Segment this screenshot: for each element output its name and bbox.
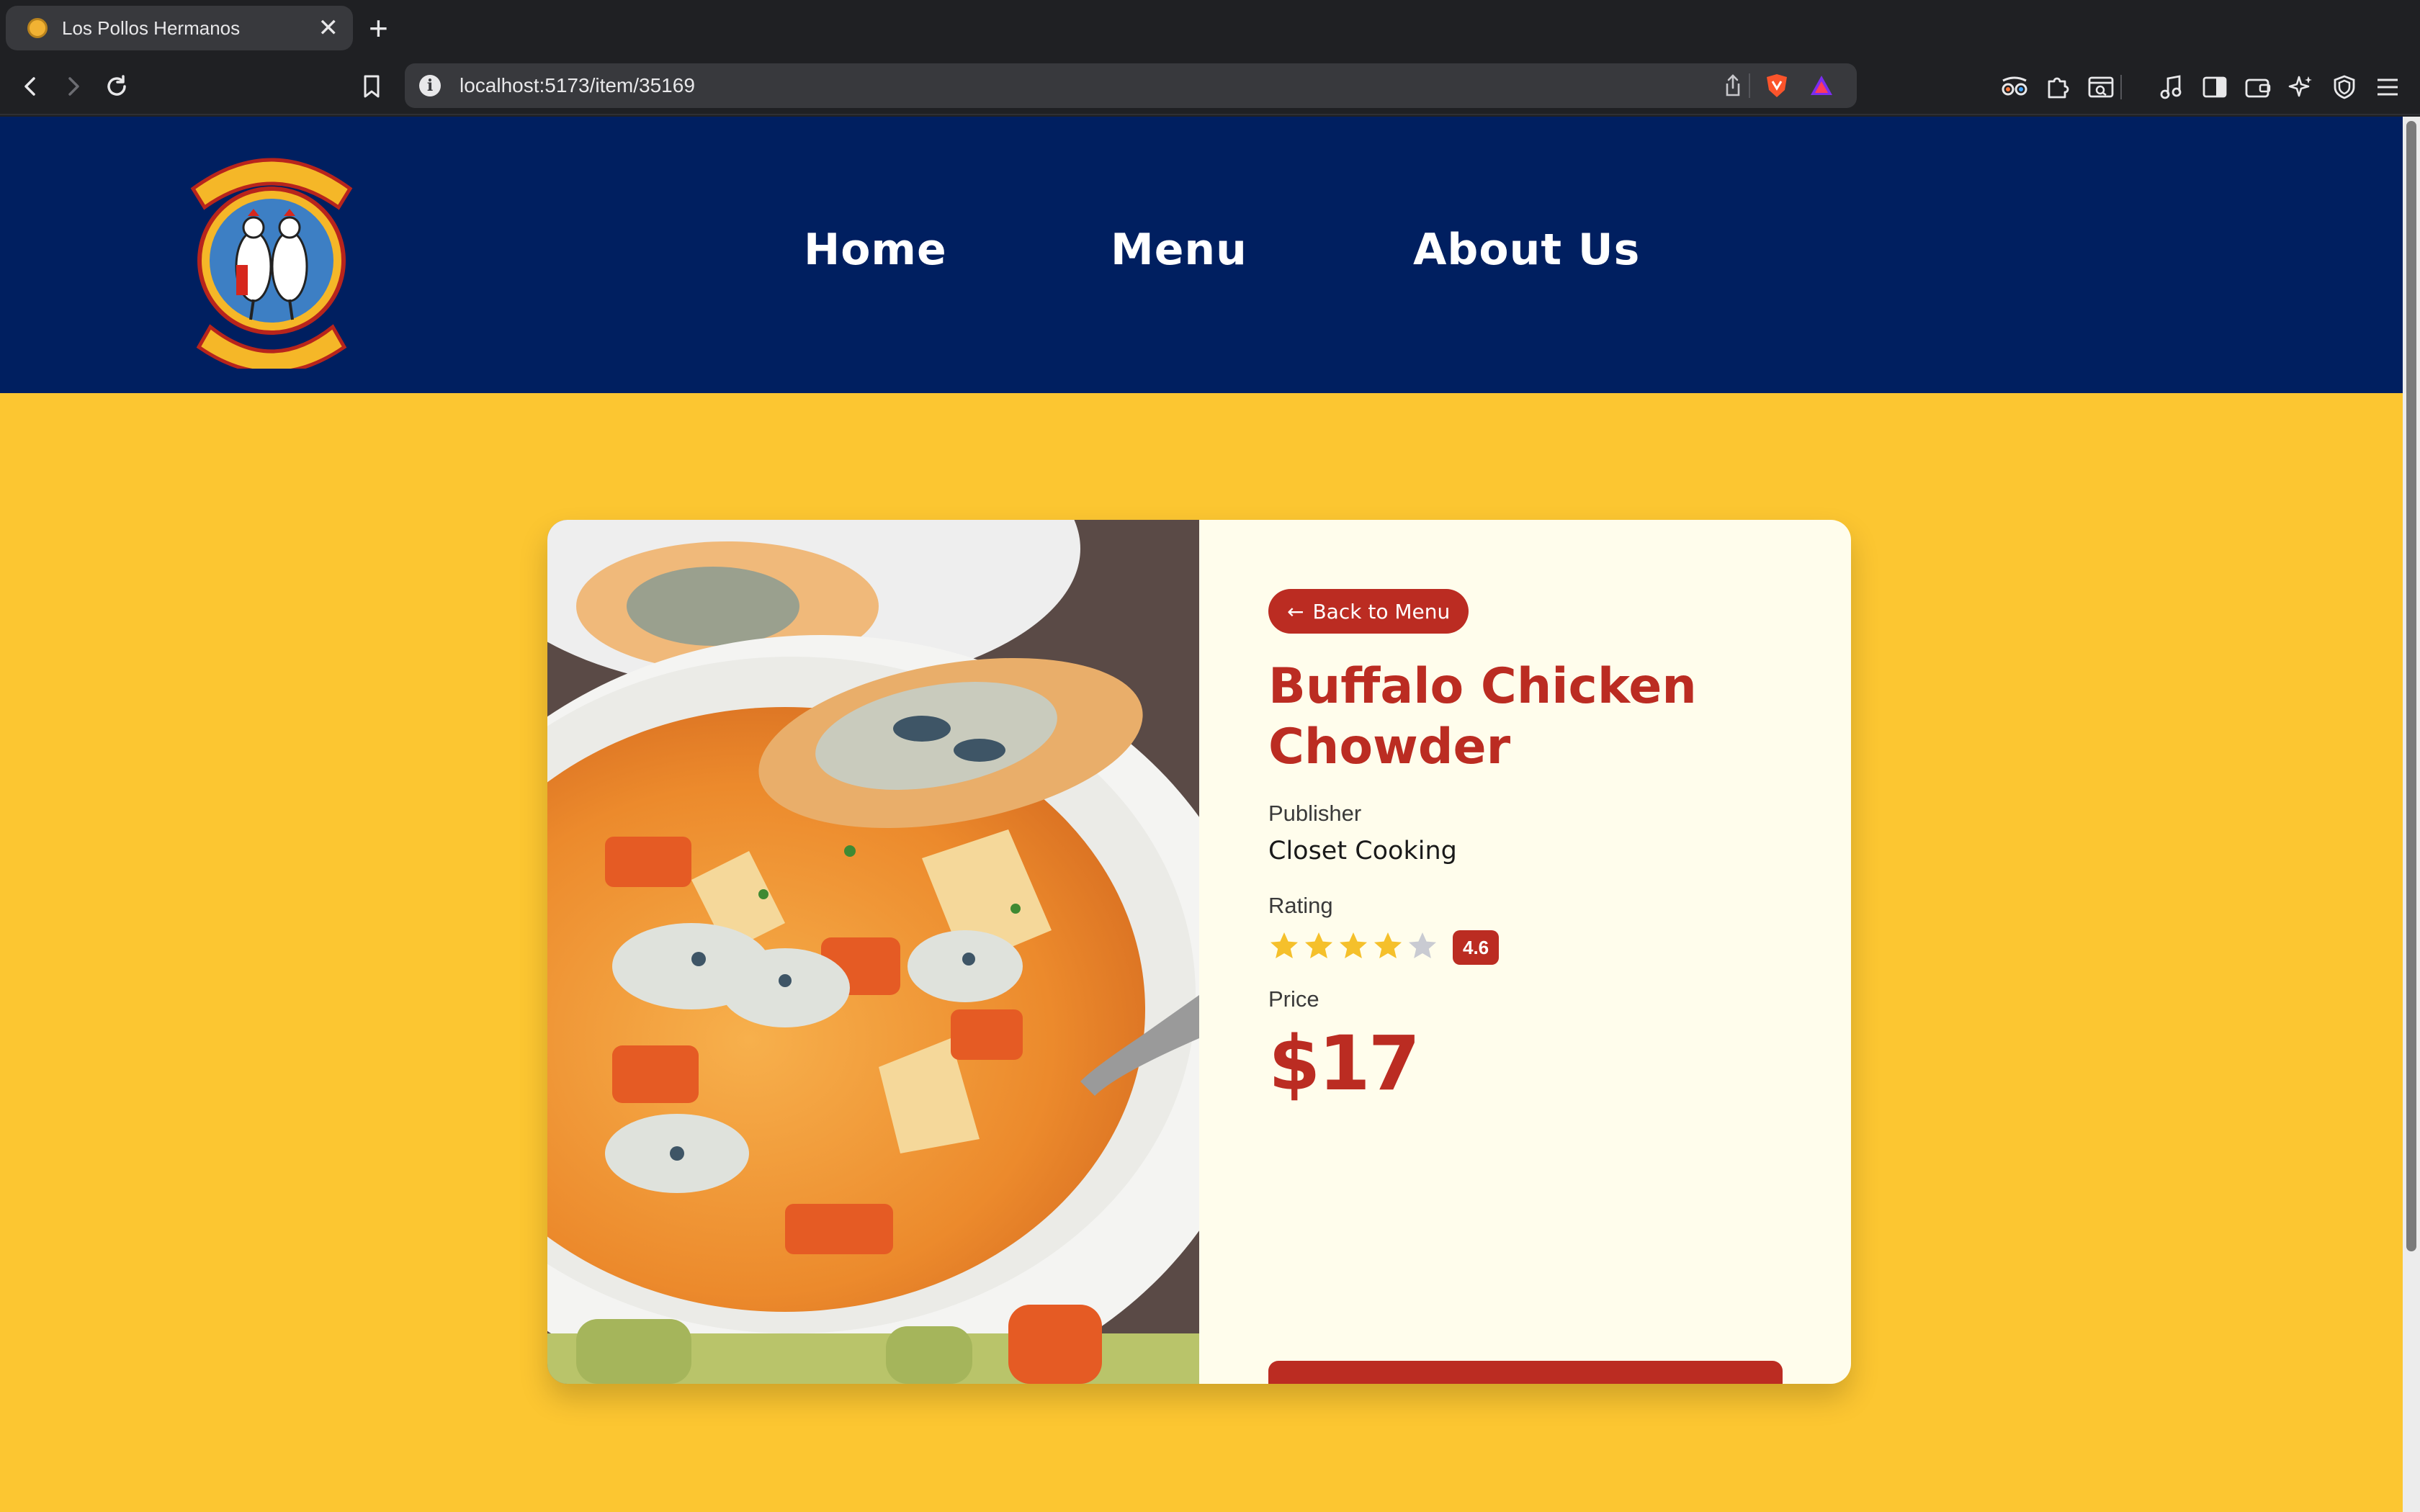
- nav-menu[interactable]: Menu: [1111, 225, 1247, 275]
- los-pollos-hermanos-logo[interactable]: [179, 138, 364, 369]
- address-bar[interactable]: i localhost:5173/item/35169: [405, 63, 1857, 108]
- brave-rewards-icon[interactable]: [1809, 73, 1834, 98]
- brave-shields-icon[interactable]: [1765, 73, 1789, 98]
- price-value: $17: [1268, 1020, 1420, 1107]
- tab-title: Los Pollos Hermanos: [62, 17, 241, 39]
- nav-about-us[interactable]: About Us: [1413, 225, 1640, 275]
- url-text[interactable]: localhost:5173/item/35169: [460, 74, 695, 97]
- star-empty-icon: [1409, 932, 1436, 958]
- bookmark-icon[interactable]: [354, 69, 389, 104]
- item-details: ← Back to Menu Buffalo Chicken Chowder P…: [1199, 520, 1851, 1384]
- publisher-label: Publisher: [1268, 801, 1362, 826]
- star-filled-icon: [1340, 932, 1367, 958]
- reload-icon[interactable]: [99, 69, 134, 104]
- browser-toolbar: i localhost:5173/item/35169: [0, 58, 2420, 115]
- sidebar-icon[interactable]: [2198, 71, 2231, 104]
- rating-label: Rating: [1268, 893, 1333, 918]
- add-to-cart-button[interactable]: Add to Cart: [1268, 1361, 1783, 1384]
- site-header: Home Menu About Us: [0, 117, 2403, 393]
- reader-mode-icon[interactable]: [2084, 71, 2118, 104]
- site-info-icon[interactable]: i: [419, 75, 441, 96]
- page-scrollbar[interactable]: [2403, 117, 2420, 1512]
- price-label: Price: [1268, 986, 1319, 1012]
- publisher-value: Closet Cooking: [1268, 837, 1457, 865]
- forward-icon[interactable]: [56, 69, 91, 104]
- browser-tab-bar: Los Pollos Hermanos ✕ +: [0, 0, 2420, 58]
- back-to-menu-button[interactable]: ← Back to Menu: [1268, 589, 1469, 634]
- scrollbar-thumb[interactable]: [2406, 121, 2416, 1251]
- rating-badge: 4.6: [1453, 930, 1500, 965]
- back-icon[interactable]: [13, 69, 48, 104]
- leo-ai-icon[interactable]: [2285, 71, 2318, 104]
- wallet-icon[interactable]: [2241, 71, 2275, 104]
- item-title: Buffalo Chicken Chowder: [1268, 658, 1697, 775]
- puzzle-icon[interactable]: [2041, 71, 2074, 104]
- item-card: ← Back to Menu Buffalo Chicken Chowder P…: [547, 520, 1851, 1384]
- extension-icon[interactable]: [1998, 71, 2031, 104]
- music-icon[interactable]: [2155, 71, 2188, 104]
- divider: [2120, 75, 2122, 99]
- browser-tab[interactable]: Los Pollos Hermanos ✕: [6, 6, 353, 50]
- favicon-icon: [27, 18, 48, 38]
- star-filled-icon: [1270, 932, 1298, 958]
- rating-stars: [1268, 930, 1441, 962]
- menu-icon[interactable]: [2371, 71, 2404, 104]
- star-filled-icon: [1305, 932, 1332, 958]
- arrow-left-icon: ←: [1287, 599, 1304, 624]
- back-to-menu-label: Back to Menu: [1312, 599, 1451, 624]
- new-tab-icon[interactable]: +: [369, 10, 388, 46]
- close-tab-icon[interactable]: ✕: [318, 16, 339, 40]
- page-viewport: Home Menu About Us ← Back to Menu Buffal…: [0, 117, 2403, 1512]
- buffalo-chicken-chowder-image: [547, 520, 1199, 1384]
- star-filled-icon: [1374, 932, 1402, 958]
- nav-home[interactable]: Home: [804, 225, 947, 275]
- vpn-icon[interactable]: [2328, 71, 2361, 104]
- divider: [1749, 73, 1750, 98]
- share-icon[interactable]: [1723, 73, 1743, 98]
